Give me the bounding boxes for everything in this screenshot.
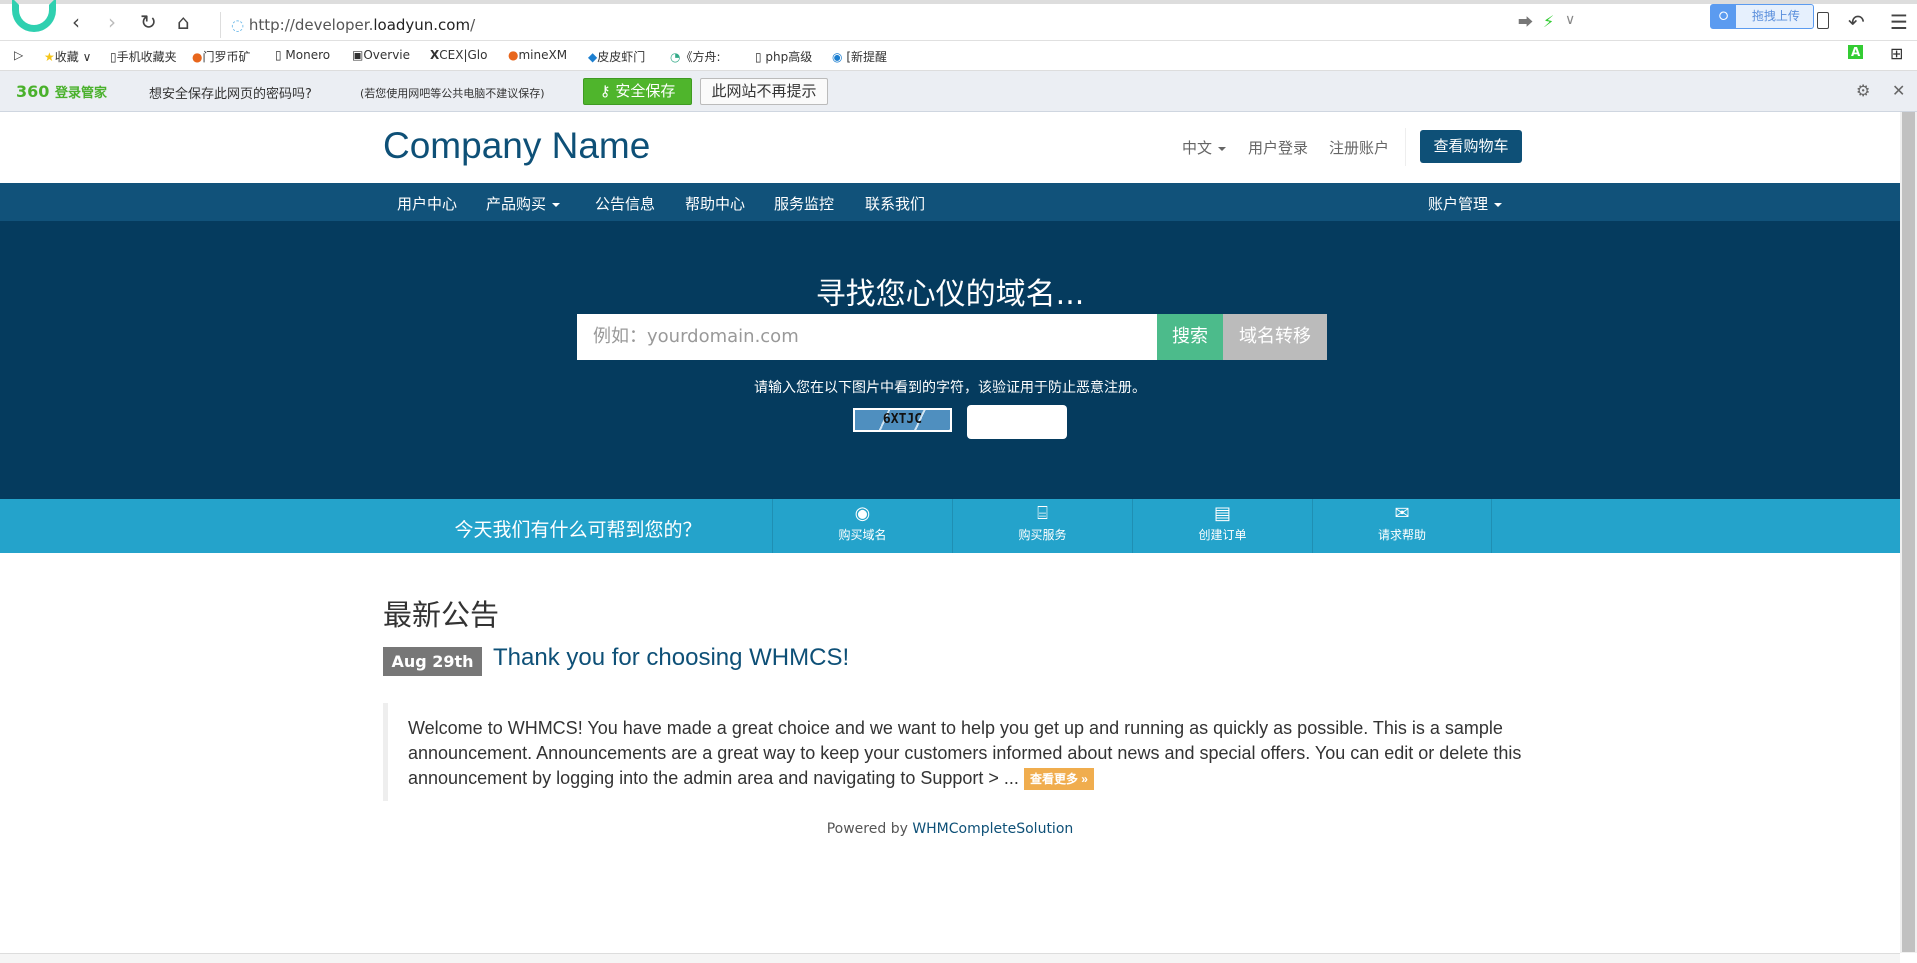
share-icon[interactable]: ⮕ <box>1518 10 1533 34</box>
bookmark-item[interactable]: ▯ Monero <box>275 48 330 62</box>
star-icon: ★ <box>44 50 55 64</box>
view-cart-button[interactable]: 查看购物车 <box>1420 130 1522 163</box>
sidebar-toggle-icon[interactable]: ▷ <box>14 48 23 62</box>
browser-status-bar <box>0 953 1900 963</box>
bookmarks-bar: ▷ ★收藏 ∨ ▯手机收藏夹 ●门罗币矿 ▯ Monero ▣Overvie X… <box>0 41 1917 71</box>
site-icon: ◌ <box>231 16 245 34</box>
whmcs-link[interactable]: WHMCompleteSolution <box>912 821 1073 837</box>
help-buy-domain[interactable]: ◉ 购买域名 <box>772 499 952 553</box>
safe-save-button[interactable]: ⚷ 安全保存 <box>583 78 692 105</box>
nav-account[interactable]: 账户管理 <box>1428 193 1503 214</box>
announcement-title[interactable]: Thank you for choosing WHMCS! <box>493 644 849 672</box>
forward-icon[interactable]: › <box>108 10 116 34</box>
help-create-order[interactable]: ▤ 创建订单 <box>1132 499 1312 553</box>
captcha-image: 6XTJC <box>853 408 952 432</box>
reload-icon[interactable]: ↻ <box>140 10 157 34</box>
never-remind-button[interactable]: 此网站不再提示 <box>700 78 828 105</box>
footer-powered-by: Powered by WHMCompleteSolution <box>826 821 1074 837</box>
bookmark-item[interactable]: ●mineXM <box>508 48 567 62</box>
announcement-date: Aug 29th <box>383 647 482 676</box>
captcha-prompt: 请输入您在以下图片中看到的字符，该验证用于防止恶意注册。 <box>754 380 1146 396</box>
cloud-icon: ⭘ <box>1711 5 1736 28</box>
bookmark-favorites[interactable]: ★收藏 ∨ <box>44 48 91 65</box>
save-question: 想安全保存此网页的密码吗? <box>149 87 312 102</box>
nav-network-status[interactable]: 服务监控 <box>774 193 834 214</box>
save-note: (若您使用网吧等公共电脑不建议保存) <box>360 87 545 100</box>
home-icon[interactable]: ⌂ <box>177 10 190 34</box>
key-icon: ⚷ <box>599 82 611 100</box>
hdd-icon: ⌸ <box>1037 503 1048 524</box>
bookmark-item[interactable]: ◔《方舟: <box>670 48 721 65</box>
nav-contact[interactable]: 联系我们 <box>865 193 925 214</box>
lightning-icon[interactable]: ⚡ <box>1543 10 1554 34</box>
help-bar: 今天我们有什么可帮到您的？ ◉ 购买域名 ⌸ 购买服务 ▤ 创建订单 ✉ 请求帮助 <box>0 499 1900 553</box>
domain-search-input[interactable]: 例如：yourdomain.com <box>577 314 1157 360</box>
hero-title: 寻找您心仪的域名... <box>815 277 1085 312</box>
nav-knowledgebase[interactable]: 帮助中心 <box>685 193 745 214</box>
captcha-input[interactable] <box>967 405 1067 439</box>
announcements-heading: 最新公告 <box>383 598 500 632</box>
company-logo[interactable]: Company Name <box>383 125 650 167</box>
credit-card-icon: ▤ <box>1213 503 1231 524</box>
settings-gear-icon[interactable]: ⚙ <box>1856 81 1870 100</box>
browser-logo-icon <box>12 0 56 32</box>
brand-360: 360 登录管家 <box>16 82 107 101</box>
search-button[interactable]: 搜索 <box>1157 314 1223 360</box>
address-bar[interactable]: ◌ http://developer.loadyun.com/ <box>220 12 475 38</box>
apps-icon[interactable]: ⊞ <box>1890 44 1903 63</box>
bookmark-item[interactable]: ▣Overvie <box>352 48 410 62</box>
login-link[interactable]: 用户登录 <box>1248 137 1308 158</box>
bookmark-item[interactable]: ●门罗币矿 <box>192 48 251 65</box>
scrollbar-thumb[interactable] <box>1902 112 1915 952</box>
bookmark-item[interactable]: ▯ php高级 <box>755 48 812 65</box>
nav-client-area[interactable]: 用户中心 <box>397 193 457 214</box>
upload-button[interactable]: ⭘ 拖拽上传 <box>1710 4 1814 29</box>
browser-toolbar: ‹ › ↻ ⌂ ◌ http://developer.loadyun.com/ … <box>0 0 1917 41</box>
page-scrollbar[interactable] <box>1900 112 1917 953</box>
announcement-body: Welcome to WHMCS! You have made a great … <box>383 703 1523 801</box>
register-link[interactable]: 注册账户 <box>1329 137 1389 158</box>
close-icon[interactable]: ✕ <box>1892 81 1905 100</box>
envelope-icon: ✉ <box>1394 503 1410 524</box>
bookmark-item[interactable]: ◆皮皮虾门 <box>588 48 645 65</box>
main-nav: 用户中心 产品购买 公告信息 帮助中心 服务监控 联系我们 账户管理 <box>0 183 1900 221</box>
password-save-bar: 360 登录管家 想安全保存此网页的密码吗? (若您使用网吧等公共电脑不建议保存… <box>0 71 1917 112</box>
language-dropdown[interactable]: 中文 <box>1182 137 1227 158</box>
undo-icon[interactable]: ↶ <box>1848 10 1865 34</box>
mobile-icon[interactable] <box>1817 12 1829 29</box>
nav-announcements[interactable]: 公告信息 <box>595 193 655 214</box>
help-question: 今天我们有什么可帮到您的？ <box>454 519 702 541</box>
globe-icon: ◉ <box>854 503 871 524</box>
bookmark-item[interactable]: XCEX|Glo <box>430 48 487 62</box>
transfer-button[interactable]: 域名转移 <box>1223 314 1327 360</box>
translate-icon[interactable]: A <box>1848 45 1864 59</box>
back-icon[interactable]: ‹ <box>72 10 80 34</box>
header-divider <box>1405 128 1406 166</box>
nav-store[interactable]: 产品购买 <box>486 193 561 214</box>
read-more-button[interactable]: 查看更多 » <box>1023 768 1094 791</box>
bookmark-item[interactable]: ▯手机收藏夹 <box>110 48 177 65</box>
menu-icon[interactable]: ☰ <box>1890 10 1908 34</box>
help-buy-service[interactable]: ⌸ 购买服务 <box>952 499 1132 553</box>
domain-search-hero: 寻找您心仪的域名... 例如：yourdomain.com 搜索 域名转移 请输… <box>0 221 1900 499</box>
help-request-support[interactable]: ✉ 请求帮助 <box>1312 499 1492 553</box>
site-header <box>0 112 1900 183</box>
chevron-down-icon[interactable]: ∨ <box>1565 8 1575 32</box>
bookmark-item[interactable]: ◉ [新提醒 <box>832 48 887 65</box>
